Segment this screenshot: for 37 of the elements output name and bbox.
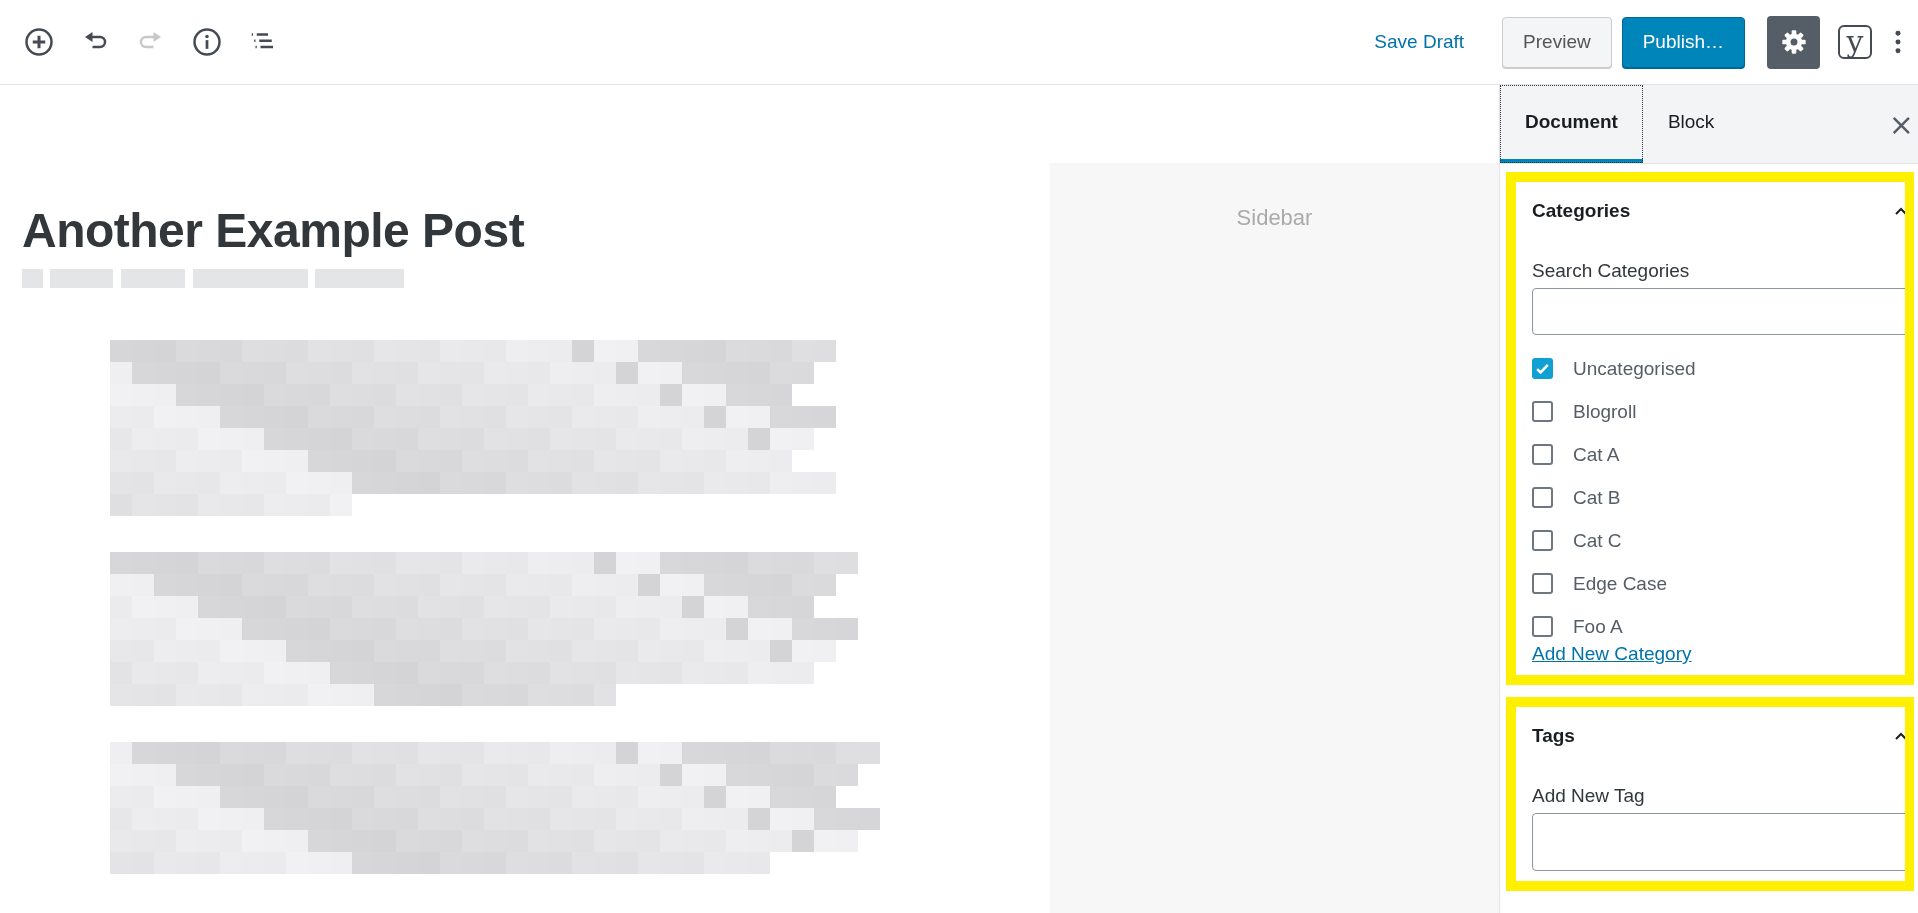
checkbox[interactable]: [1532, 573, 1553, 594]
checkbox[interactable]: [1532, 530, 1553, 551]
more-menu-icon[interactable]: [1894, 29, 1902, 55]
field-label: Add New Tag: [1532, 785, 1646, 807]
checkbox[interactable]: [1532, 444, 1553, 465]
add-new-category-link[interactable]: Add New Category: [1532, 643, 1692, 665]
info-icon[interactable]: [192, 27, 222, 57]
checkbox[interactable]: [1532, 358, 1553, 379]
theme-sidebar-label: Sidebar: [1236, 205, 1313, 231]
gear-icon: [1779, 28, 1808, 56]
close-button[interactable]: ×: [1884, 85, 1918, 163]
tag-input-field[interactable]: [1532, 813, 1905, 871]
preview-button[interactable]: Preview: [1502, 16, 1612, 68]
save-draft-button[interactable]: Save Draft: [1374, 23, 1465, 61]
add-block-icon[interactable]: [24, 27, 54, 57]
category-label[interactable]: Cat A: [1573, 443, 1620, 466]
category-label[interactable]: Blogroll: [1573, 400, 1637, 423]
seo-plugin-button[interactable]: y: [1838, 25, 1872, 59]
category-label[interactable]: Uncategorised: [1573, 357, 1696, 380]
category-label[interactable]: Edge Case: [1573, 572, 1667, 595]
sidebar-tab[interactable]: Document: [1500, 85, 1643, 163]
publish-button[interactable]: Publish…: [1621, 16, 1745, 68]
checkbox[interactable]: [1532, 401, 1553, 422]
settings-button[interactable]: [1767, 15, 1820, 69]
category-label[interactable]: Foo A: [1573, 615, 1623, 638]
category-label[interactable]: Cat B: [1573, 486, 1621, 509]
panel-heading: Tags: [1532, 725, 1575, 747]
field-label: Search Categories: [1532, 260, 1691, 282]
chevron-up-icon[interactable]: [1895, 731, 1905, 741]
category-label[interactable]: Cat C: [1573, 529, 1622, 552]
chevron-up-icon[interactable]: [1895, 206, 1905, 216]
checkbox[interactable]: [1532, 616, 1553, 637]
checkbox[interactable]: [1532, 487, 1553, 508]
post-title[interactable]: Another Example Post: [22, 207, 1050, 255]
sidebar-tab[interactable]: Block: [1642, 85, 1740, 163]
panel-heading: Categories: [1532, 200, 1631, 222]
search-field[interactable]: [1532, 288, 1905, 335]
